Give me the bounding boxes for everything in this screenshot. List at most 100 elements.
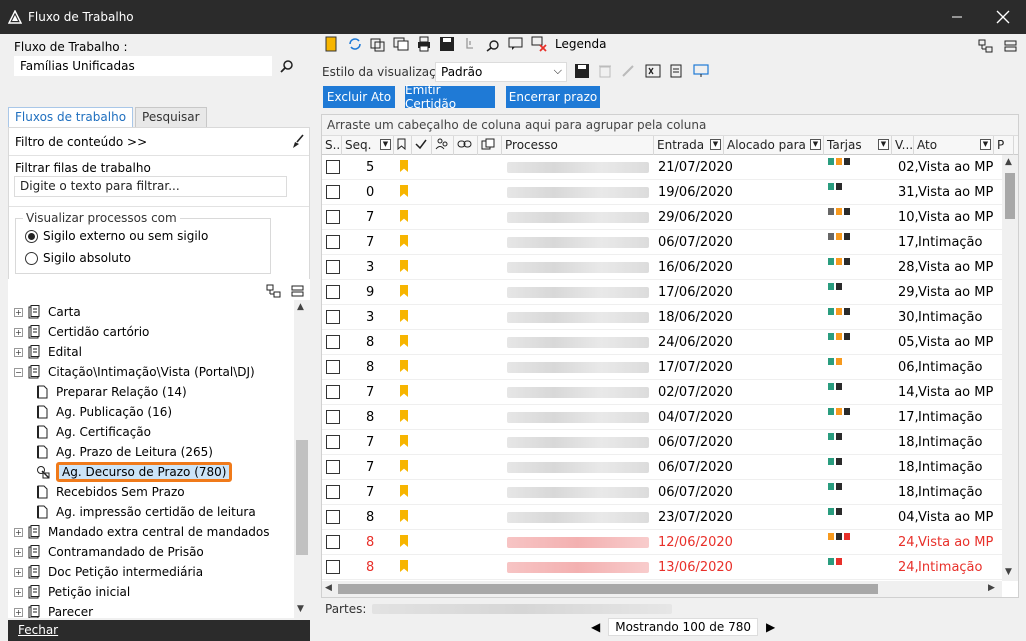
bookmark-icon[interactable] xyxy=(400,360,408,372)
grid-hscroll-thumb[interactable] xyxy=(338,584,878,594)
filter-dropdown-icon[interactable]: ▼ xyxy=(980,139,991,150)
table-row[interactable]: 7 06/07/2020 18, Intimação xyxy=(322,455,1002,480)
print-icon[interactable] xyxy=(415,35,433,53)
tree-item[interactable]: + Petição inicial xyxy=(14,582,130,602)
table-row[interactable]: 9 17/06/2020 29, Vista ao MP xyxy=(322,280,1002,305)
tree-item[interactable]: + Contramandado de Prisão xyxy=(14,542,204,562)
tree-item[interactable]: Preparar Relação (14) xyxy=(36,382,187,402)
expand-icon[interactable]: + xyxy=(14,567,23,577)
table-row[interactable]: 8 23/07/2020 04, Vista ao MP xyxy=(322,505,1002,530)
excluir-ato-button[interactable]: Excluir Ato xyxy=(323,86,395,108)
col-processo[interactable]: Processo xyxy=(502,136,654,155)
search-doc-icon[interactable] xyxy=(484,35,502,53)
document-export-icon[interactable] xyxy=(669,64,683,81)
tree-item[interactable]: + Edital xyxy=(14,342,82,362)
edit-style-icon[interactable] xyxy=(621,64,635,81)
close-window-button[interactable] xyxy=(980,0,1026,34)
table-row[interactable]: 3 16/06/2020 28, Vista ao MP xyxy=(322,255,1002,280)
row-checkbox[interactable] xyxy=(326,535,340,549)
table-row[interactable]: 3 18/06/2020 30, Intimação xyxy=(322,305,1002,330)
row-checkbox[interactable] xyxy=(326,460,340,474)
row-checkbox[interactable] xyxy=(326,160,340,174)
scroll-down-icon[interactable]: ▼ xyxy=(1005,567,1012,577)
row-checkbox[interactable] xyxy=(326,410,340,424)
expand-icon[interactable]: + xyxy=(14,307,23,317)
screen-export-icon[interactable] xyxy=(693,64,709,81)
table-row[interactable]: 7 06/07/2020 17, Intimação xyxy=(322,230,1002,255)
scroll-up-icon[interactable]: ▲ xyxy=(297,302,304,312)
view-style-select[interactable]: Padrão ⌵ xyxy=(435,62,567,82)
bookmark-icon[interactable] xyxy=(400,460,408,472)
save-disk-icon[interactable] xyxy=(438,35,456,53)
scroll-right-icon[interactable]: ▶ xyxy=(988,583,995,593)
row-checkbox[interactable] xyxy=(326,310,340,324)
tree-item[interactable]: Ag. Publicação (16) xyxy=(36,402,172,422)
col-people[interactable] xyxy=(432,136,454,155)
windows-icon[interactable] xyxy=(392,35,410,53)
excel-export-icon[interactable] xyxy=(645,64,661,81)
next-page-icon[interactable]: ▶ xyxy=(766,620,775,634)
col-seq[interactable]: Seq. ▼ xyxy=(342,136,394,155)
row-checkbox[interactable] xyxy=(326,510,340,524)
brush-icon[interactable] xyxy=(291,134,305,153)
bookmark-icon[interactable] xyxy=(400,410,408,422)
bookmark-icon[interactable] xyxy=(400,535,408,547)
tree-item[interactable]: − Citação\Intimação\Vista (Portal\DJ) xyxy=(14,362,255,382)
minimize-button[interactable] xyxy=(934,0,980,34)
tree-item[interactable]: + Parecer xyxy=(14,602,93,618)
table-row[interactable]: 0 19/06/2020 31, Vista ao MP xyxy=(322,180,1002,205)
prev-page-icon[interactable]: ◀ xyxy=(591,620,600,634)
col-tarjas[interactable]: Tarjas ▼ xyxy=(824,136,892,155)
grid-horizontal-scrollbar[interactable]: ◀ ▶ xyxy=(322,581,1002,597)
encerrar-prazo-button[interactable]: Encerrar prazo xyxy=(506,86,600,108)
tree-collapse-icon[interactable] xyxy=(291,284,305,301)
scroll-up-icon[interactable]: ▲ xyxy=(1005,157,1012,167)
col-docs[interactable] xyxy=(478,136,502,155)
bookmark-icon[interactable] xyxy=(400,260,408,272)
bookmark-icon[interactable] xyxy=(400,560,408,572)
tree-item[interactable]: Recebidos Sem Prazo xyxy=(36,482,185,502)
table-row[interactable]: 8 17/07/2020 06, Intimação xyxy=(322,355,1002,380)
expand-icon[interactable]: + xyxy=(14,607,23,617)
grid-scroll-thumb[interactable] xyxy=(1005,173,1015,219)
row-checkbox[interactable] xyxy=(326,560,340,574)
emitir-certidao-button[interactable]: Emitir Certidão xyxy=(405,83,495,111)
bookmark-icon[interactable] xyxy=(400,310,408,322)
workflow-select[interactable]: Famílias Unificadas xyxy=(14,56,272,76)
save-style-icon[interactable] xyxy=(575,64,589,81)
col-bookmark[interactable] xyxy=(394,136,412,155)
col-ato[interactable]: Ato ▼ xyxy=(914,136,994,155)
remove-comment-icon[interactable] xyxy=(530,35,548,53)
filter-dropdown-icon[interactable]: ▼ xyxy=(710,139,721,150)
scroll-down-icon[interactable]: ▼ xyxy=(297,604,304,614)
row-checkbox[interactable] xyxy=(326,185,340,199)
row-checkbox[interactable] xyxy=(326,435,340,449)
row-checkbox[interactable] xyxy=(326,485,340,499)
col-v[interactable]: V... xyxy=(892,136,914,155)
radio-sigilo-absoluto[interactable]: Sigilo absoluto xyxy=(25,251,131,265)
table-row[interactable]: 7 29/06/2020 10, Vista ao MP xyxy=(322,205,1002,230)
radio-sigilo-externo[interactable]: Sigilo externo ou sem sigilo xyxy=(25,229,208,243)
col-select[interactable]: S... xyxy=(322,136,342,155)
tree-scroll-thumb[interactable] xyxy=(296,440,308,555)
table-row[interactable]: 8 12/06/2020 24, Vista ao MP xyxy=(322,530,1002,555)
filter-dropdown-icon[interactable]: ▼ xyxy=(810,139,821,150)
col-entrada[interactable]: Entrada ▼ xyxy=(654,136,724,155)
expand-icon[interactable]: + xyxy=(14,347,23,357)
bookmark-icon[interactable] xyxy=(400,485,408,497)
search-icon[interactable] xyxy=(280,59,294,76)
col-p[interactable]: P xyxy=(994,136,1014,155)
col-check[interactable] xyxy=(412,136,432,155)
row-checkbox[interactable] xyxy=(326,285,340,299)
row-checkbox[interactable] xyxy=(326,360,340,374)
bookmark-icon[interactable] xyxy=(400,160,408,172)
scroll-left-icon[interactable]: ◀ xyxy=(325,583,332,593)
filter-input[interactable]: Digite o texto para filtrar... xyxy=(14,176,287,197)
tree-item[interactable]: + Carta xyxy=(14,302,81,322)
bookmark-icon[interactable] xyxy=(400,210,408,222)
table-row[interactable]: 8 04/07/2020 17, Intimação xyxy=(322,405,1002,430)
tree-item[interactable]: + Mandado extra central de mandados xyxy=(14,522,270,542)
copy-icon[interactable] xyxy=(369,35,387,53)
tree-item[interactable]: Ag. impressão certidão de leitura xyxy=(36,502,256,522)
row-checkbox[interactable] xyxy=(326,260,340,274)
